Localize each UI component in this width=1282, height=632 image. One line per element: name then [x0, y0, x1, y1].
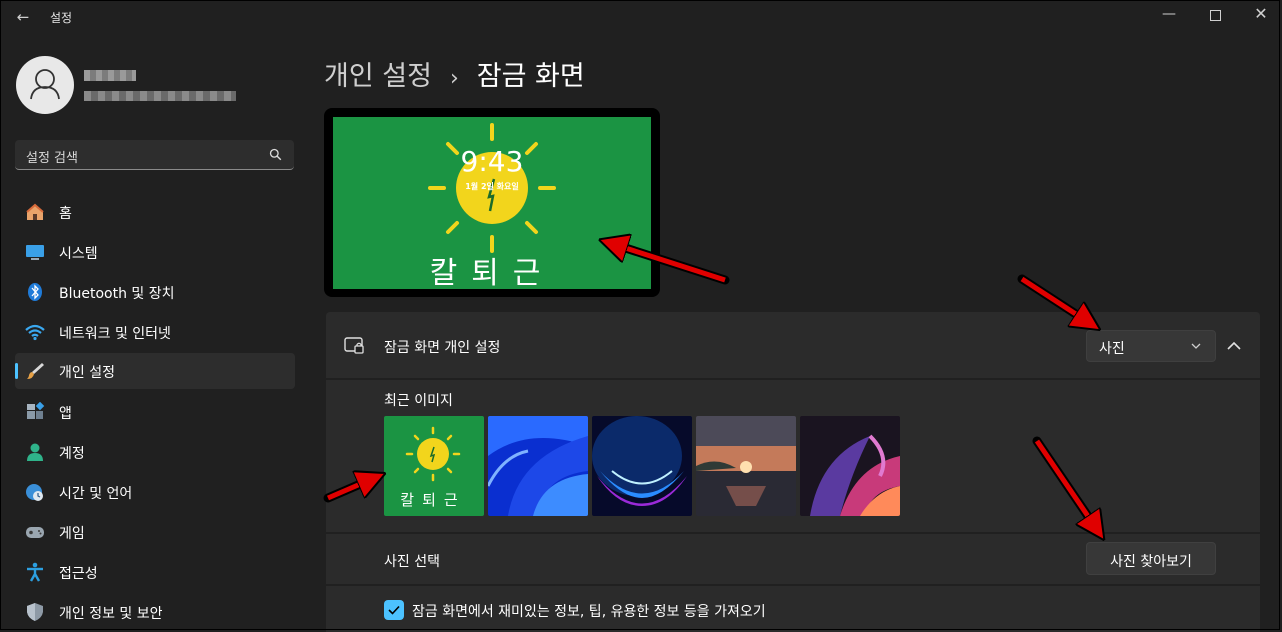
- maximize-icon: [1209, 10, 1221, 21]
- recent-image-thumbnail[interactable]: [592, 416, 692, 516]
- lockscreen-preview-image: 칼퇴근 9:43 1월 2일 화요일: [333, 117, 651, 289]
- background-type-dropdown[interactable]: 사진: [1086, 330, 1216, 362]
- blue-bloom-art: [592, 416, 692, 516]
- title-bar: ← 설정 — ✕: [0, 0, 1282, 32]
- chevron-down-icon: [1191, 343, 1201, 349]
- maximize-button[interactable]: [1192, 0, 1238, 30]
- breadcrumb-separator: ›: [449, 66, 459, 91]
- search-icon: [269, 148, 282, 161]
- breadcrumb-parent[interactable]: 개인 설정: [324, 61, 432, 92]
- app-title: 설정: [50, 11, 73, 25]
- fun-facts-row: 잠금 화면에서 재미있는 정보, 팁, 유용한 정보 등을 가져오기: [326, 586, 1260, 632]
- sidebar-item-label: 접근성: [59, 566, 98, 582]
- sidebar-item-gaming[interactable]: 게임: [15, 514, 295, 550]
- purple-ribbon-art: [800, 416, 900, 516]
- preview-caption: 칼퇴근: [430, 256, 555, 289]
- sidebar-item-label: 개인 정보 및 보안: [59, 606, 163, 622]
- sidebar-item-label: 시간 및 언어: [59, 486, 133, 502]
- back-arrow-icon[interactable]: ←: [12, 8, 34, 26]
- fun-facts-label: 잠금 화면에서 재미있는 정보, 팁, 유용한 정보 등을 가져오기: [412, 604, 766, 620]
- sidebar-item-system[interactable]: 시스템: [15, 234, 295, 270]
- choose-photo-row: 사진 선택 사진 찾아보기: [326, 534, 1260, 584]
- fun-facts-checkbox[interactable]: [384, 600, 404, 620]
- sidebar-item-label: 네트워크 및 인터넷: [59, 326, 171, 342]
- globe-clock-icon: [26, 484, 43, 501]
- preview-date: 1월 2일 화요일: [465, 182, 519, 191]
- gamepad-icon: [26, 527, 44, 538]
- lockscreen-preview: 칼퇴근 9:43 1월 2일 화요일: [324, 108, 660, 297]
- dropdown-value: 사진: [1099, 341, 1125, 357]
- blue-waves-art: [488, 416, 588, 516]
- sun-thumbnail-art: 칼퇴근: [400, 426, 465, 509]
- search-input[interactable]: 설정 검색: [15, 140, 294, 170]
- browse-photos-button[interactable]: 사진 찾아보기: [1086, 542, 1216, 575]
- breadcrumb: 개인 설정 › 잠금 화면: [324, 54, 585, 93]
- sidebar-item-label: 개인 설정: [59, 365, 115, 381]
- choose-photo-label: 사진 선택: [384, 554, 440, 570]
- sidebar-item-privacy[interactable]: 개인 정보 및 보안: [15, 594, 295, 630]
- person-icon: [30, 69, 60, 100]
- page-title: 잠금 화면: [476, 61, 585, 92]
- sidebar-item-apps[interactable]: 앱: [15, 394, 295, 430]
- browse-photos-label: 사진 찾아보기: [1110, 554, 1192, 570]
- sidebar-item-personalization[interactable]: 개인 설정: [15, 353, 295, 389]
- accessibility-icon: [27, 562, 43, 582]
- recent-image-thumbnail[interactable]: 칼퇴근: [384, 416, 484, 516]
- chevron-up-icon[interactable]: [1222, 334, 1246, 358]
- shield-icon: [27, 603, 43, 621]
- sun-illustration: 칼퇴근: [428, 123, 556, 289]
- svg-text:칼퇴근: 칼퇴근: [400, 491, 465, 509]
- wifi-icon: [25, 324, 45, 341]
- avatar[interactable]: [16, 56, 74, 114]
- sidebar-item-home[interactable]: 홈: [15, 194, 295, 230]
- sidebar-item-label: 앱: [59, 406, 72, 422]
- sidebar-item-label: 게임: [59, 526, 85, 542]
- sidebar-item-label: 계정: [59, 446, 85, 462]
- sidebar-item-bluetooth[interactable]: Bluetooth 및 장치: [15, 274, 295, 310]
- preview-time: 9:43: [460, 145, 524, 178]
- account-icon: [27, 443, 43, 461]
- recent-images-label: 최근 이미지: [384, 393, 453, 409]
- recent-images-section: 최근 이미지 칼퇴근: [326, 380, 1260, 532]
- recent-image-thumbnail[interactable]: [696, 416, 796, 516]
- sidebar-item-time-language[interactable]: 시간 및 언어: [15, 474, 295, 510]
- home-icon: [26, 203, 44, 220]
- active-indicator: [15, 363, 18, 379]
- sidebar-item-accessibility[interactable]: 접근성: [15, 554, 295, 590]
- sidebar-item-label: 시스템: [59, 246, 98, 262]
- close-button[interactable]: ✕: [1238, 0, 1282, 30]
- sidebar-item-accounts[interactable]: 계정: [15, 434, 295, 470]
- sidebar-item-label: 홈: [59, 206, 72, 222]
- bluetooth-icon: [28, 283, 42, 301]
- sidebar-item-label: Bluetooth 및 장치: [59, 286, 175, 302]
- user-email-redacted: [84, 91, 236, 101]
- minimize-button[interactable]: —: [1146, 0, 1192, 30]
- lockscreen-settings-card[interactable]: 잠금 화면 개인 설정 사진: [326, 312, 1260, 378]
- user-name-redacted: [84, 70, 136, 81]
- card-title: 잠금 화면 개인 설정: [384, 340, 501, 356]
- search-placeholder: 설정 검색: [26, 151, 78, 166]
- recent-image-thumbnail[interactable]: [488, 416, 588, 516]
- paintbrush-icon: [27, 363, 44, 379]
- recent-image-thumbnail[interactable]: [800, 416, 900, 516]
- sunset-lake-art: [696, 416, 796, 516]
- apps-icon: [27, 402, 45, 419]
- sidebar-item-network[interactable]: 네트워크 및 인터넷: [15, 314, 295, 350]
- lock-screen-icon: [344, 337, 364, 354]
- checkmark-icon: [388, 605, 400, 615]
- monitor-icon: [26, 245, 44, 260]
